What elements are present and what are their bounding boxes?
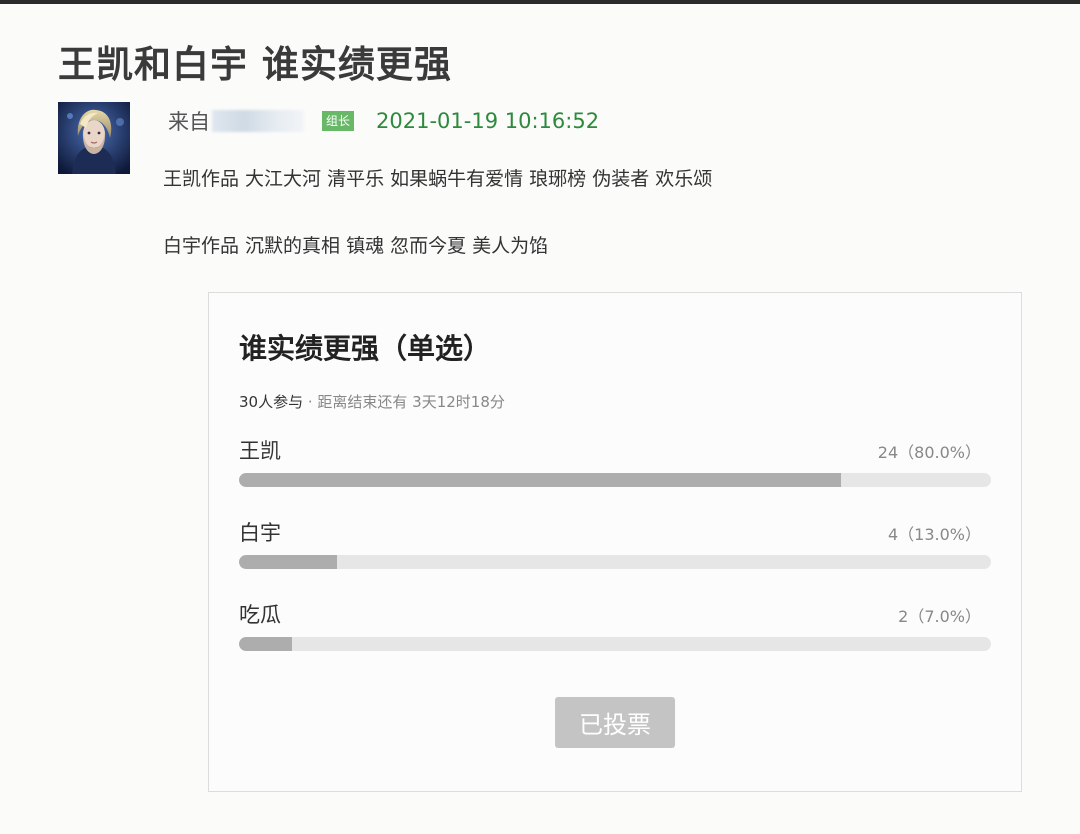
post-body-line: 王凯作品 大江大河 清平乐 如果蜗牛有爱情 琅琊榜 伪装者 欢乐颂: [163, 168, 713, 190]
poll-option-bar-fill: [239, 473, 841, 487]
poll-option-result: 2（7.0%）: [898, 607, 981, 626]
poll-option-result: 4（13.0%）: [887, 525, 981, 544]
avatar-image: [58, 102, 130, 174]
poll-participants: 30人参与: [239, 393, 304, 411]
poll-option-bar-fill: [239, 637, 292, 651]
poll-option-result: 24（80.0%）: [877, 443, 981, 462]
post-datetime: 2021-01-19 10:16:52: [376, 109, 600, 133]
avatar[interactable]: [58, 102, 130, 174]
page-title: 王凯和白宇 谁实绩更强: [58, 43, 452, 86]
poll-title: 谁实绩更强（单选）: [239, 332, 492, 365]
poll-option-bar-fill: [239, 555, 337, 569]
poll-option-label: 白宇: [239, 521, 281, 545]
poll-remaining: · 距离结束还有 3天12时18分: [307, 393, 505, 411]
author-name-blurred[interactable]: [212, 110, 304, 132]
poll-stats: 30人参与 · 距离结束还有 3天12时18分: [239, 391, 505, 412]
post-meta: 来自 组长 2021-01-19 10:16:52: [168, 106, 599, 136]
post-body-line: 白宇作品 沉默的真相 镇魂 忽而今夏 美人为馅: [163, 235, 549, 257]
poll-card: 谁实绩更强（单选） 30人参与 · 距离结束还有 3天12时18分 王凯 24（…: [208, 292, 1022, 792]
poll-option-bar: [239, 637, 991, 651]
role-badge: 组长: [322, 111, 355, 131]
top-border: [0, 0, 1080, 4]
poll-option-label: 王凯: [239, 439, 281, 463]
voted-button[interactable]: 已投票: [555, 697, 675, 748]
poll-option-label: 吃瓜: [239, 603, 281, 627]
poll-option-bar: [239, 473, 991, 487]
author-prefix: 来自: [168, 110, 210, 134]
poll-option-bar: [239, 555, 991, 569]
